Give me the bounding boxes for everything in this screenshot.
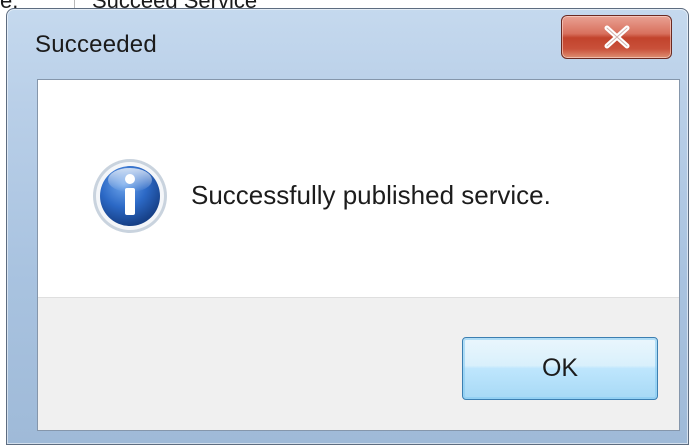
dialog-message: Successfully published service. [191, 180, 551, 210]
close-icon [604, 25, 630, 49]
message-panel: Successfully published service. [38, 80, 679, 298]
message-dialog: Succeeded Successfully published service… [6, 8, 689, 445]
dialog-titlebar[interactable]: Succeeded [7, 9, 688, 75]
ok-button[interactable]: OK [462, 337, 658, 400]
dialog-title: Succeeded [35, 31, 157, 58]
info-icon [93, 159, 167, 233]
dialog-client-area: Successfully published service. OK [37, 79, 680, 431]
close-button[interactable] [561, 15, 672, 59]
